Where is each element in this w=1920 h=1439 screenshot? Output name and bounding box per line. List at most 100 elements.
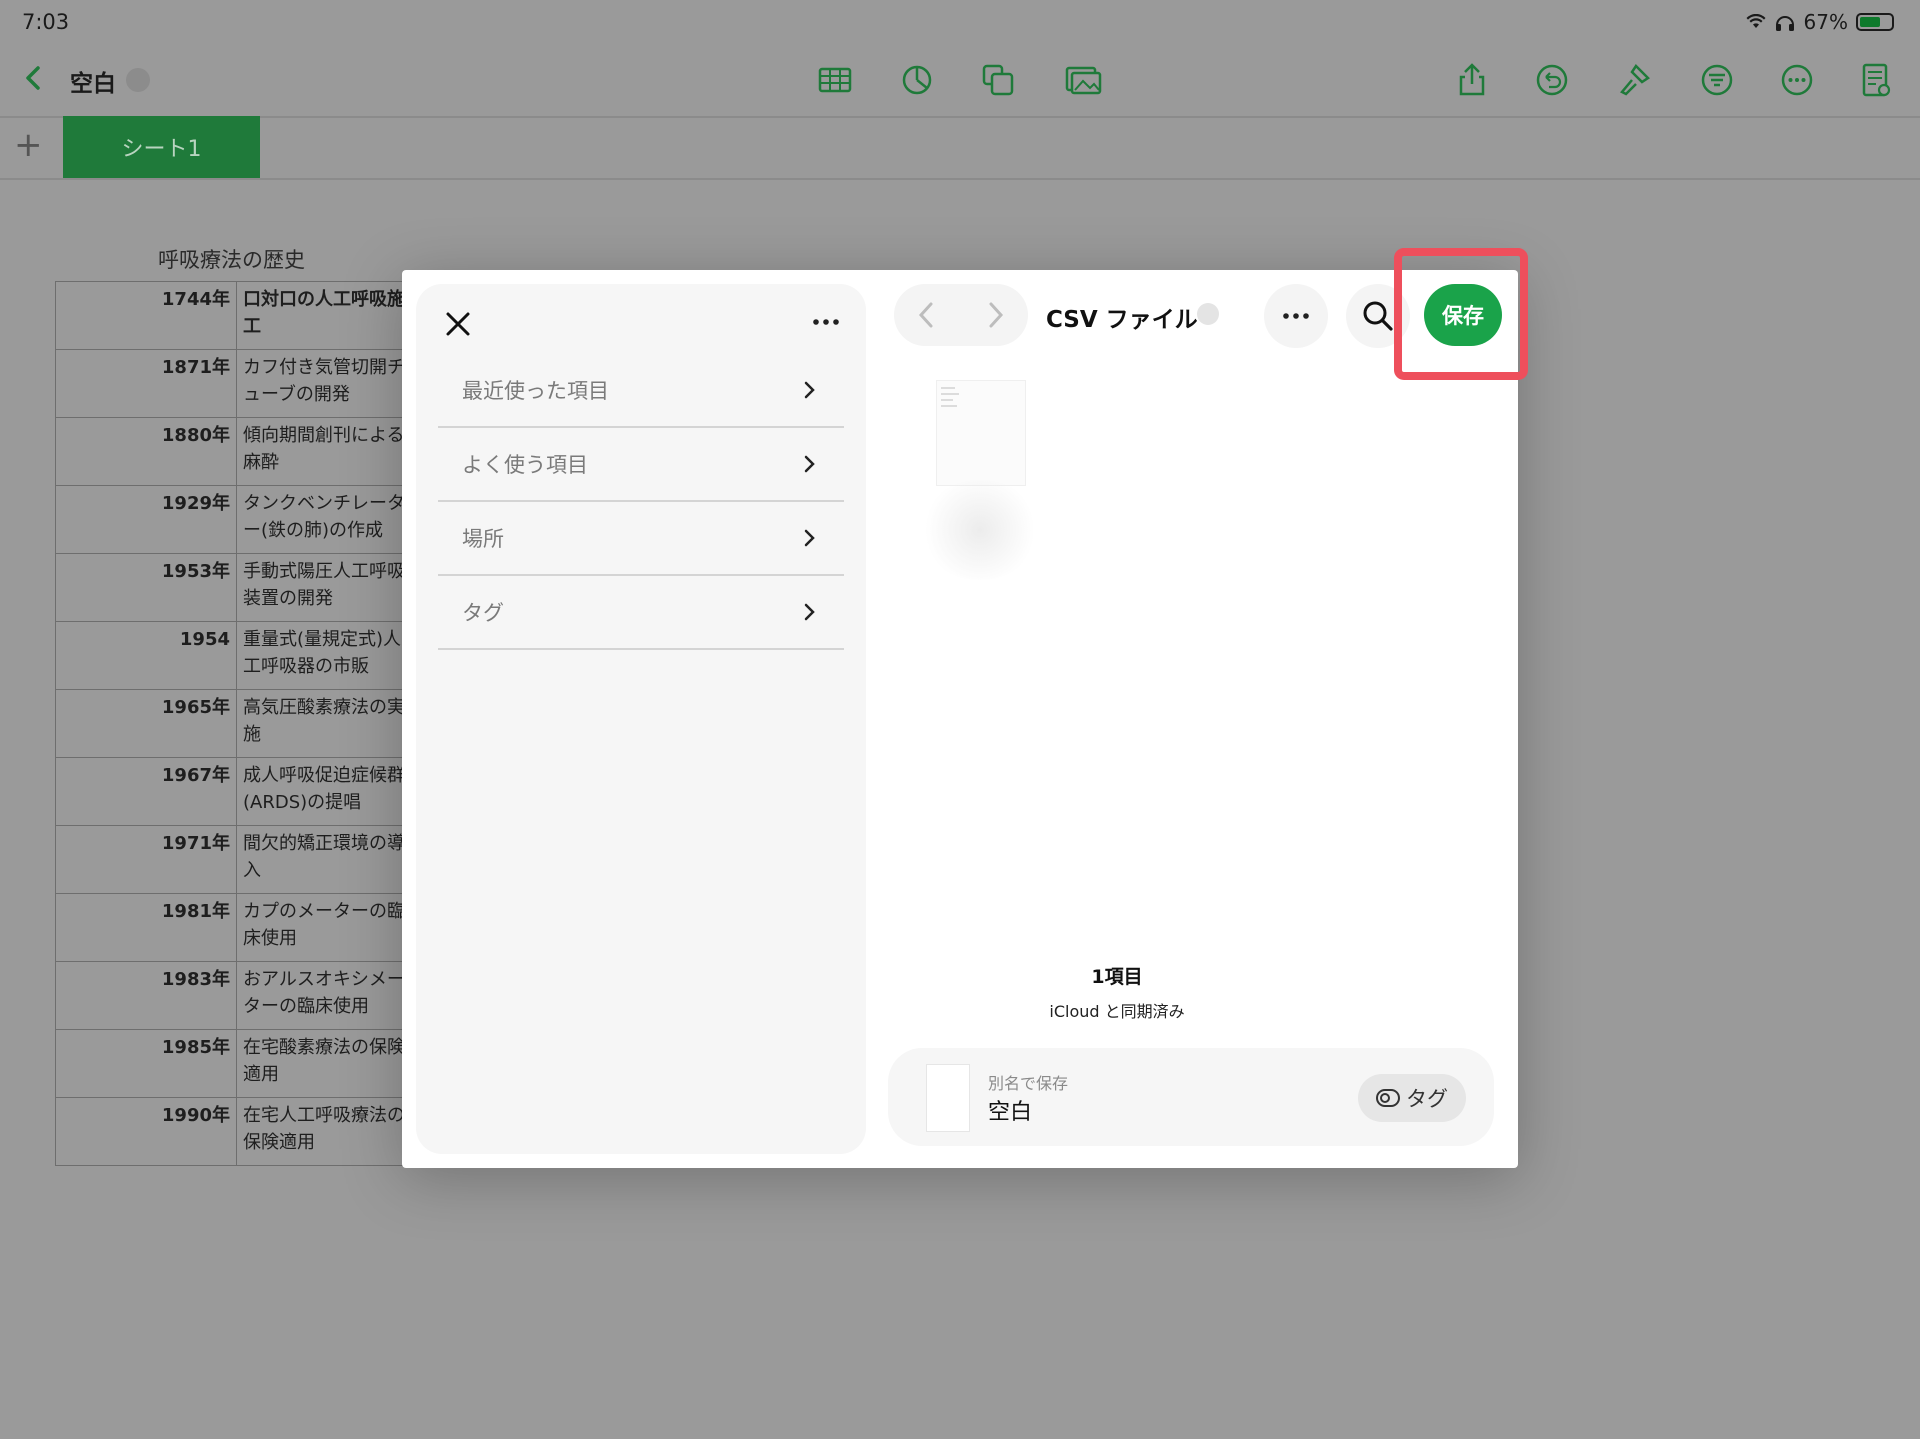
- year-cell[interactable]: 1985年: [55, 1029, 237, 1098]
- more-icon[interactable]: [1777, 60, 1817, 100]
- event-cell[interactable]: 口対口の人工呼吸施工: [236, 281, 416, 350]
- year-cell[interactable]: 1929年: [55, 485, 237, 554]
- headphones-icon: [1775, 16, 1794, 31]
- more-options-button[interactable]: [1264, 284, 1328, 348]
- sidebar-item-tags[interactable]: タグ: [438, 576, 844, 650]
- sheet-tab-bar: + シート1: [0, 116, 1920, 180]
- status-bar: 7:03 67%: [0, 0, 1920, 44]
- event-cell[interactable]: 重量式(量規定式)人工呼吸器の市販: [236, 621, 416, 690]
- share-icon[interactable]: [1452, 60, 1492, 100]
- event-cell[interactable]: 高気圧酸素療法の実施: [236, 689, 416, 758]
- tab-sheet1[interactable]: シート1: [63, 116, 260, 178]
- browse-sidebar: 最近使った項目 よく使う項目 場所 タグ: [416, 284, 866, 1154]
- table-row: 1744年 口対口の人工呼吸施工: [55, 281, 416, 350]
- chevron-right-icon: [804, 603, 815, 621]
- search-icon: [1363, 301, 1393, 331]
- close-icon[interactable]: [440, 306, 476, 342]
- event-cell[interactable]: 在宅酸素療法の保険適用: [236, 1029, 416, 1098]
- save-as-name-field[interactable]: 空白: [988, 1094, 1032, 1126]
- event-cell[interactable]: 在宅人工呼吸療法の保険適用: [236, 1097, 416, 1166]
- media-icon[interactable]: [1063, 60, 1103, 100]
- back-chevron-icon[interactable]: [14, 58, 54, 98]
- wifi-icon: [1746, 14, 1766, 28]
- year-cell[interactable]: 1990年: [55, 1097, 237, 1166]
- event-cell[interactable]: カプのメーターの臨床使用: [236, 893, 416, 962]
- add-sheet-button[interactable]: +: [14, 128, 43, 162]
- sidebar-item-label: 最近使った項目: [462, 379, 609, 403]
- tag-icon: [1376, 1089, 1400, 1107]
- chart-icon[interactable]: [897, 60, 937, 100]
- year-cell[interactable]: 1967年: [55, 757, 237, 826]
- battery-icon: [1856, 13, 1894, 31]
- table-row: 1971年 間欠的矯正環境の導入: [55, 825, 416, 894]
- table-row: 1880年 傾向期間創刊による麻酔: [55, 417, 416, 486]
- sync-status: iCloud と同期済み: [1049, 1002, 1185, 1021]
- year-cell[interactable]: 1965年: [55, 689, 237, 758]
- sidebar-item-label: よく使う項目: [462, 453, 588, 477]
- table-row: 1954 重量式(量規定式)人工呼吸器の市販: [55, 621, 416, 690]
- table-row: 1965年 高気圧酸素療法の実施: [55, 689, 416, 758]
- year-cell[interactable]: 1871年: [55, 349, 237, 418]
- event-cell[interactable]: 傾向期間創刊による麻酔: [236, 417, 416, 486]
- title-menu-chevron-icon[interactable]: [126, 68, 150, 92]
- document-view-icon[interactable]: [1856, 60, 1896, 100]
- folder-title[interactable]: CSV ファイル: [1046, 300, 1198, 334]
- sidebar-more-icon[interactable]: [808, 308, 844, 336]
- save-as-panel: 別名で保存 空白 タグ: [888, 1048, 1494, 1146]
- document-title[interactable]: 空白: [70, 64, 116, 98]
- sidebar-item-locations[interactable]: 場所: [438, 502, 844, 576]
- status-time: 7:03: [22, 10, 70, 34]
- sidebar-list: 最近使った項目 よく使う項目 場所 タグ: [438, 354, 844, 650]
- chevron-right-icon: [804, 529, 815, 547]
- sidebar-item-favorites[interactable]: よく使う項目: [438, 428, 844, 502]
- save-as-label: 別名で保存: [988, 1074, 1069, 1093]
- year-cell[interactable]: 1953年: [55, 553, 237, 622]
- item-count: 1項目: [1091, 966, 1143, 988]
- table-icon[interactable]: [815, 60, 855, 100]
- file-thumbnail-placeholder: [920, 480, 1040, 580]
- navigation-buttons: [894, 284, 1028, 346]
- sidebar-item-recents[interactable]: 最近使った項目: [438, 354, 844, 428]
- forward-chevron-icon[interactable]: [978, 298, 1012, 332]
- table-row: 1981年 カプのメーターの臨床使用: [55, 893, 416, 962]
- year-cell[interactable]: 1971年: [55, 825, 237, 894]
- event-cell[interactable]: おアルスオキシメーターの臨床使用: [236, 961, 416, 1030]
- organize-icon[interactable]: [1697, 60, 1737, 100]
- table-title: 呼吸療法の歴史: [158, 248, 305, 272]
- table-row: 1929年 タンクベンチレーター(鉄の肺)の作成: [55, 485, 416, 554]
- tag-button[interactable]: タグ: [1358, 1074, 1466, 1122]
- ellipsis-icon: [1283, 313, 1309, 319]
- year-cell[interactable]: 1744年: [55, 281, 237, 350]
- csv-file-thumbnail[interactable]: [936, 380, 1026, 486]
- event-cell[interactable]: 成人呼吸促迫症候群(ARDS)の提唱: [236, 757, 416, 826]
- spreadsheet-table: 1744年 口対口の人工呼吸施工 1871年 カフ付き気管切開チューブの開発 1880年…: [55, 281, 416, 1166]
- event-cell[interactable]: 手動式陽圧人工呼吸装置の開発: [236, 553, 416, 622]
- event-cell[interactable]: カフ付き気管切開チューブの開発: [236, 349, 416, 418]
- status-indicators: 67%: [1746, 10, 1894, 34]
- table-row: 1990年 在宅人工呼吸療法の保険適用: [55, 1097, 416, 1166]
- format-brush-icon[interactable]: [1614, 60, 1654, 100]
- tag-button-label: タグ: [1406, 1087, 1448, 1111]
- document-thumbnail: [926, 1064, 970, 1132]
- year-cell[interactable]: 1954: [55, 621, 237, 690]
- sidebar-item-label: 場所: [462, 527, 504, 551]
- folder-menu-chevron-icon[interactable]: [1197, 303, 1219, 325]
- battery-percent: 67%: [1803, 10, 1848, 34]
- undo-icon[interactable]: [1532, 60, 1572, 100]
- highlight-box: [1394, 248, 1528, 380]
- year-cell[interactable]: 1983年: [55, 961, 237, 1030]
- save-dialog: 最近使った項目 よく使う項目 場所 タグ CSV ファイル 保存 1項目 iCl…: [402, 270, 1518, 1168]
- app-toolbar: 空白: [0, 44, 1920, 118]
- event-cell[interactable]: 間欠的矯正環境の導入: [236, 825, 416, 894]
- chevron-right-icon: [804, 381, 815, 399]
- shape-icon[interactable]: [978, 60, 1018, 100]
- chevron-right-icon: [804, 455, 815, 473]
- table-row: 1983年 おアルスオキシメーターの臨床使用: [55, 961, 416, 1030]
- year-cell[interactable]: 1880年: [55, 417, 237, 486]
- table-row: 1871年 カフ付き気管切開チューブの開発: [55, 349, 416, 418]
- event-cell[interactable]: タンクベンチレーター(鉄の肺)の作成: [236, 485, 416, 554]
- back-chevron-icon[interactable]: [910, 298, 944, 332]
- table-row: 1967年 成人呼吸促迫症候群(ARDS)の提唱: [55, 757, 416, 826]
- sidebar-item-label: タグ: [462, 601, 504, 625]
- year-cell[interactable]: 1981年: [55, 893, 237, 962]
